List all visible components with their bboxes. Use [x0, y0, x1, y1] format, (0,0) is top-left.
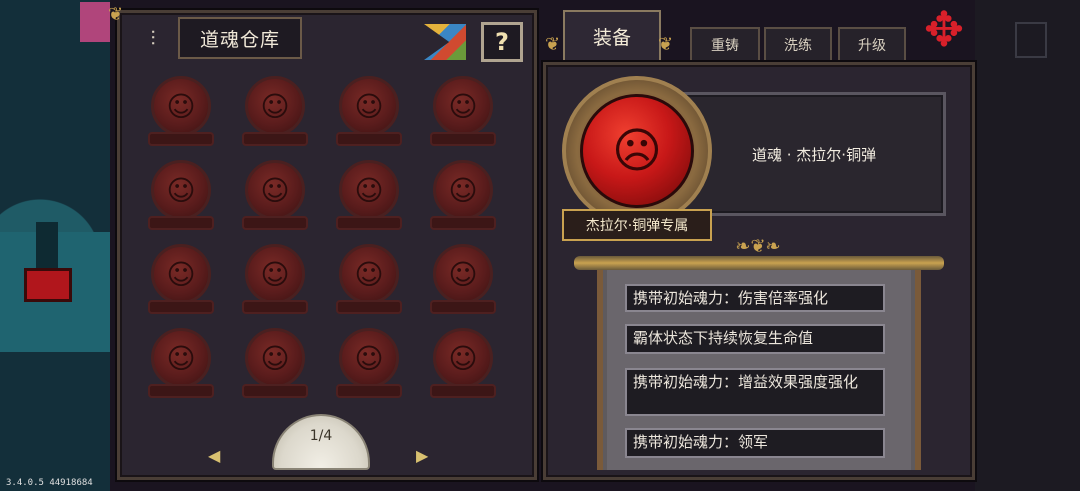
version-label: 3.4.0.5 44918684 [6, 478, 93, 488]
next-page-arrow[interactable]: ▶ [416, 446, 428, 465]
help-button[interactable]: ? [481, 22, 523, 62]
soul-orb-slot[interactable]: ☺ [232, 326, 326, 410]
tab-upgrade[interactable]: 升级 [838, 27, 906, 63]
soul-orb-slot[interactable]: ☺ [138, 242, 232, 326]
tab-reforge[interactable]: 重铸 [690, 27, 760, 63]
soul-orb-slot[interactable]: ☺ [420, 242, 514, 326]
soul-orb[interactable]: ☺ [433, 76, 493, 136]
soul-orb-slot[interactable]: ☺ [326, 158, 420, 242]
soul-orb-slot[interactable]: ☺ [420, 158, 514, 242]
orb-stand [336, 132, 402, 146]
page-indicator: 1/4 [309, 428, 333, 444]
orb-stand [148, 384, 214, 398]
prev-page-arrow[interactable]: ◀ [208, 446, 220, 465]
tab-ornament: ❦ [545, 34, 561, 55]
orb-stand [242, 216, 308, 230]
orb-stand [430, 384, 496, 398]
exclusive-label: 杰拉尔·铜弹专属 [562, 209, 712, 241]
soul-orb[interactable]: ☺ [433, 328, 493, 388]
soul-orb[interactable]: ☺ [339, 160, 399, 220]
background-object [24, 268, 72, 302]
soul-orb-slot[interactable]: ☺ [326, 242, 420, 326]
selected-soul-orb-icon: ☹ [580, 94, 694, 208]
orb-stand [242, 300, 308, 314]
soul-orb[interactable]: ☺ [151, 328, 211, 388]
soul-orb-slot[interactable]: ☺ [420, 74, 514, 158]
soul-orb[interactable]: ☺ [151, 76, 211, 136]
soul-orb-slot[interactable]: ☺ [420, 326, 514, 410]
orb-stand [148, 300, 214, 314]
soul-orb[interactable]: ☺ [339, 76, 399, 136]
soul-orb-slot[interactable]: ☺ [138, 326, 232, 410]
soul-orb[interactable]: ☺ [433, 244, 493, 304]
orb-stand [336, 300, 402, 314]
soul-name: 道魂 · 杰拉尔·铜弹 [752, 146, 877, 164]
soul-orb-slot[interactable]: ☺ [232, 74, 326, 158]
background-frame [1015, 22, 1047, 58]
soul-orb[interactable]: ☺ [151, 244, 211, 304]
attribute-item: 霸体状态下持续恢复生命值 [625, 324, 885, 354]
orb-stand [336, 216, 402, 230]
scroll-rod [574, 256, 944, 270]
soul-orb-slot[interactable]: ☺ [326, 326, 420, 410]
orb-stand [336, 384, 402, 398]
orb-stand [430, 132, 496, 146]
orb-stand [242, 384, 308, 398]
soul-orb[interactable]: ☺ [245, 160, 305, 220]
soul-orb[interactable]: ☺ [151, 160, 211, 220]
orb-stand [430, 300, 496, 314]
orb-stand [430, 216, 496, 230]
soul-orb-slot[interactable]: ☺ [232, 242, 326, 326]
soul-orb-slot[interactable]: ☺ [138, 158, 232, 242]
background-decoration [80, 2, 110, 42]
tab-ornament: ❦ [658, 34, 674, 55]
pinwheel-close-icon[interactable]: ✥ [916, 2, 972, 58]
tab-refine[interactable]: 洗练 [764, 27, 832, 63]
soul-orb-slot[interactable]: ☺ [138, 74, 232, 158]
soul-orb-grid: ☺ ☺ ☺ ☺ ☺ ☺ ☺ ☺ ☺ ☺ ☺ ☺ ☺ ☺ ☺ ☺ [138, 74, 514, 410]
attribute-item: 携带初始魂力：伤害倍率强化 [625, 284, 885, 312]
orb-stand [242, 132, 308, 146]
soul-orb[interactable]: ☺ [245, 328, 305, 388]
attribute-item: 携带初始魂力：增益效果强度强化 [625, 368, 885, 416]
soul-orb[interactable]: ☺ [245, 76, 305, 136]
soul-orb[interactable]: ☺ [433, 160, 493, 220]
soul-orb-slot[interactable]: ☺ [232, 158, 326, 242]
soul-orb-slot[interactable]: ☺ [326, 74, 420, 158]
soul-orb[interactable]: ☺ [245, 244, 305, 304]
attribute-item: 携带初始魂力：领军 [625, 428, 885, 458]
brush-icon: ⫶ [150, 26, 156, 50]
tab-equip[interactable]: 装备 [563, 10, 661, 62]
soul-orb[interactable]: ☺ [339, 244, 399, 304]
orb-stand [148, 216, 214, 230]
soul-orb[interactable]: ☺ [339, 328, 399, 388]
warehouse-title: 道魂仓库 [178, 17, 302, 59]
corner-ornament: ❦ [108, 4, 124, 25]
orb-stand [148, 132, 214, 146]
